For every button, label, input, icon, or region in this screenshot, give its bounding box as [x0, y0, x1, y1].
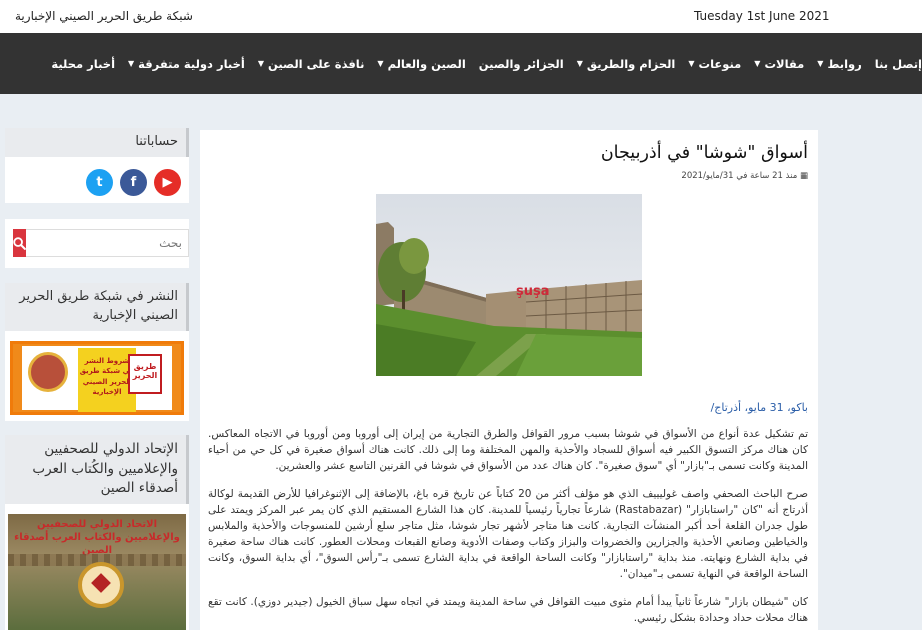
site-emblem-logo	[28, 351, 68, 392]
article-paragraph: صرح الباحث الصحفي واصف غوليييف الذي هو م…	[208, 488, 809, 580]
nav-item[interactable]: منوعات ▼	[688, 57, 741, 71]
main-nav: أخبار محلية أخبار دولية متفرقة ▼ نافذة على …	[0, 33, 922, 94]
nav-list: أخبار محلية أخبار دولية متفرقة ▼ نافذة على …	[38, 33, 922, 94]
nav-item-label: إتصل بنا	[874, 56, 922, 71]
article-title: أسواق "شوشا" في أذربيجان	[600, 143, 808, 163]
social-links: t f ▶	[5, 157, 189, 208]
search-input[interactable]	[26, 229, 189, 257]
nav-item-label: الحزام والطريق	[586, 56, 676, 71]
article-photo[interactable]: şuşa	[376, 194, 642, 376]
youtube-icon[interactable]: ▶	[154, 168, 181, 196]
chevron-down-icon: ▼	[257, 59, 264, 68]
nav-item-label: منوعات	[698, 56, 742, 71]
publish-banner[interactable]: شروط النشر في شبكة طريق الحرير الصيني ال…	[10, 340, 184, 415]
article-paragraph: كان "شيطان بازار" شارعاً ثانياً يبدأ أما…	[208, 596, 808, 624]
nav-item[interactable]: مقالات ▼	[754, 57, 804, 71]
search-form	[5, 219, 189, 267]
silk-road-logo: طريق الحرير	[128, 353, 162, 394]
nav-item[interactable]: الحزام والطريق ▼	[577, 57, 676, 71]
chevron-down-icon: ▼	[128, 59, 135, 68]
publish-title: النشر في شبكة طريق الحرير الصيني الإخبار…	[5, 283, 189, 331]
nav-item[interactable]: إتصل بنا	[875, 57, 922, 71]
union-widget: الإتحاد الدولي للصحفيين والإعلاميين والك…	[5, 435, 189, 630]
current-date: Tuesday 1st June 2021	[694, 9, 830, 23]
nav-item[interactable]: الجزائر والصين	[479, 57, 564, 71]
nav-item-label: أخبار دولية متفرقة	[138, 56, 245, 71]
article: أسواق "شوشا" في أذربيجان ▦ منذ 21 ساعة ف…	[200, 130, 818, 630]
shusha-fortress-photo: şuşa	[376, 194, 642, 376]
chevron-down-icon: ▼	[688, 59, 695, 68]
search-icon	[13, 236, 26, 250]
top-bar: شبكة طريق الحرير الصيني الإخبارية Tuesda…	[0, 0, 922, 33]
accounts-title: حساباتنا	[5, 128, 189, 157]
susa-sign-text: şuşa	[516, 284, 550, 299]
chevron-down-icon: ▼	[817, 59, 824, 68]
chevron-down-icon: ▼	[377, 59, 384, 68]
accounts-widget: حساباتنا t f ▶	[5, 128, 189, 203]
union-emblem	[78, 561, 124, 608]
union-poster-text: الاتحاد الدولي للصحفيين والإعلاميين والك…	[14, 518, 180, 556]
facebook-icon[interactable]: f	[120, 168, 147, 196]
nav-item[interactable]: نافذة على الصين ▼	[258, 57, 365, 71]
article-meta: ▦ منذ 21 ساعة في 31/مايو/2021	[681, 171, 808, 181]
nav-item[interactable]: أخبار دولية متفرقة ▼	[128, 57, 245, 71]
chevron-down-icon: ▼	[754, 59, 761, 68]
publish-banner-inner: شروط النشر في شبكة طريق الحرير الصيني ال…	[22, 345, 172, 412]
article-dateline[interactable]: باكو، 31 مايو، أذرتاج/	[711, 401, 808, 414]
union-title: الإتحاد الدولي للصحفيين والإعلاميين والك…	[5, 435, 189, 504]
nav-item-label: أخبار محلية	[51, 56, 116, 71]
union-poster[interactable]: الاتحاد الدولي للصحفيين والإعلاميين والك…	[8, 513, 186, 630]
publish-widget: النشر في شبكة طريق الحرير الصيني الإخبار…	[5, 283, 189, 421]
nav-item-label: مقالات	[764, 56, 805, 71]
search-widget	[5, 219, 189, 268]
article-date: منذ 21 ساعة في 31/مايو/2021	[681, 171, 798, 181]
search-button[interactable]	[13, 229, 26, 257]
chevron-down-icon: ▼	[576, 59, 583, 68]
twitter-icon[interactable]: t	[86, 168, 113, 196]
site-name[interactable]: شبكة طريق الحرير الصيني الإخبارية	[15, 9, 193, 23]
nav-item[interactable]: أخبار محلية	[51, 57, 115, 71]
article-paragraph: تم تشكيل عدة أنواع من الأسواق في شوشا بس…	[208, 428, 808, 472]
calendar-icon: ▦	[799, 171, 808, 181]
nav-item-label: الجزائر والصين	[478, 56, 564, 71]
nav-item-label: نافذة على الصين	[267, 56, 365, 71]
nav-item-label: الصين والعالم	[387, 56, 466, 71]
nav-item[interactable]: الصين والعالم ▼	[377, 57, 465, 71]
nav-item[interactable]: روابط ▼	[817, 57, 862, 71]
nav-item-label: روابط	[827, 56, 862, 71]
